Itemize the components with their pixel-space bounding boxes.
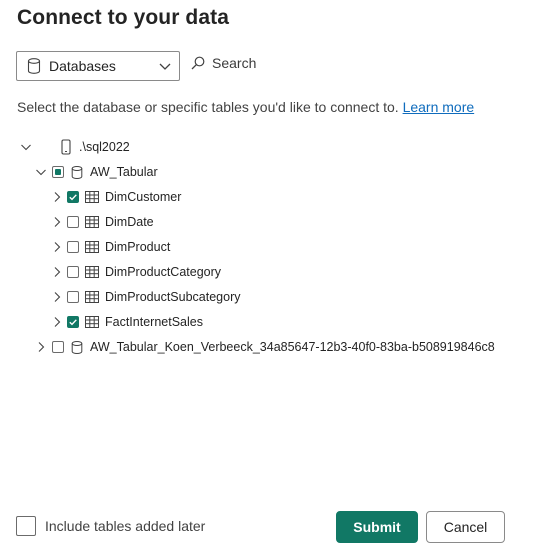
chevron-down-icon[interactable] bbox=[20, 141, 32, 153]
page-title: Connect to your data bbox=[17, 6, 230, 29]
tree-database-row[interactable]: AW_Tabular_Koen_Verbeeck_34a85647-12b3-4… bbox=[35, 335, 495, 359]
tree-database-label: AW_Tabular_Koen_Verbeeck_34a85647-12b3-4… bbox=[90, 340, 495, 354]
search-icon bbox=[190, 55, 206, 71]
tree-table-row[interactable]: FactInternetSales bbox=[51, 310, 203, 334]
include-later-option: Include tables added later bbox=[16, 516, 205, 536]
table-checkbox[interactable] bbox=[67, 191, 79, 203]
table-label: DimProductCategory bbox=[105, 265, 222, 279]
chevron-right-icon[interactable] bbox=[51, 216, 63, 228]
chevron-right-icon[interactable] bbox=[51, 291, 63, 303]
table-icon bbox=[85, 189, 99, 205]
description-body: Select the database or specific tables y… bbox=[17, 99, 399, 115]
chevron-down-icon bbox=[157, 58, 173, 74]
dropdown-selected-value: Databases bbox=[49, 58, 116, 74]
table-icon bbox=[85, 214, 99, 230]
tree-server-label: .\sql2022 bbox=[79, 140, 130, 154]
table-checkbox[interactable] bbox=[67, 266, 79, 278]
tree-database-checkbox[interactable] bbox=[52, 341, 64, 353]
tree-table-row[interactable]: DimProductSubcategory bbox=[51, 285, 240, 309]
table-label: DimCustomer bbox=[105, 190, 182, 204]
table-checkbox[interactable] bbox=[67, 241, 79, 253]
database-icon bbox=[27, 57, 41, 75]
chevron-right-icon[interactable] bbox=[51, 266, 63, 278]
tree-server-row[interactable]: .\sql2022 bbox=[20, 135, 130, 159]
table-label: DimDate bbox=[105, 215, 154, 229]
source-type-dropdown[interactable]: Databases bbox=[16, 51, 180, 81]
table-label: FactInternetSales bbox=[105, 315, 203, 329]
chevron-right-icon[interactable] bbox=[51, 191, 63, 203]
table-icon bbox=[85, 239, 99, 255]
search-label: Search bbox=[212, 55, 257, 71]
table-icon bbox=[85, 289, 99, 305]
tree-table-row[interactable]: DimProductCategory bbox=[51, 260, 221, 284]
server-icon bbox=[59, 139, 73, 155]
learn-more-link[interactable]: Learn more bbox=[403, 99, 475, 115]
description-text: Select the database or specific tables y… bbox=[17, 99, 474, 115]
chevron-right-icon[interactable] bbox=[51, 316, 63, 328]
tree-database-checkbox[interactable] bbox=[52, 166, 64, 178]
tree-database-label: AW_Tabular bbox=[90, 165, 158, 179]
database-icon bbox=[70, 339, 84, 355]
tree-database-row[interactable]: AW_Tabular bbox=[35, 160, 158, 184]
chevron-right-icon[interactable] bbox=[51, 241, 63, 253]
submit-button[interactable]: Submit bbox=[336, 511, 418, 543]
table-label: DimProductSubcategory bbox=[105, 290, 241, 304]
tree-table-row[interactable]: DimCustomer bbox=[51, 185, 181, 209]
chevron-down-icon[interactable] bbox=[35, 166, 47, 178]
tree-table-row[interactable]: DimProduct bbox=[51, 235, 170, 259]
table-checkbox[interactable] bbox=[67, 291, 79, 303]
table-label: DimProduct bbox=[105, 240, 171, 254]
table-checkbox[interactable] bbox=[67, 316, 79, 328]
tree-table-row[interactable]: DimDate bbox=[51, 210, 154, 234]
table-icon bbox=[85, 314, 99, 330]
database-icon bbox=[70, 164, 84, 180]
table-checkbox[interactable] bbox=[67, 216, 79, 228]
table-icon bbox=[85, 264, 99, 280]
cancel-button[interactable]: Cancel bbox=[426, 511, 505, 543]
search-box[interactable]: Search bbox=[190, 55, 256, 71]
chevron-right-icon[interactable] bbox=[35, 341, 47, 353]
include-later-label: Include tables added later bbox=[45, 518, 206, 534]
include-later-checkbox[interactable] bbox=[16, 516, 36, 536]
